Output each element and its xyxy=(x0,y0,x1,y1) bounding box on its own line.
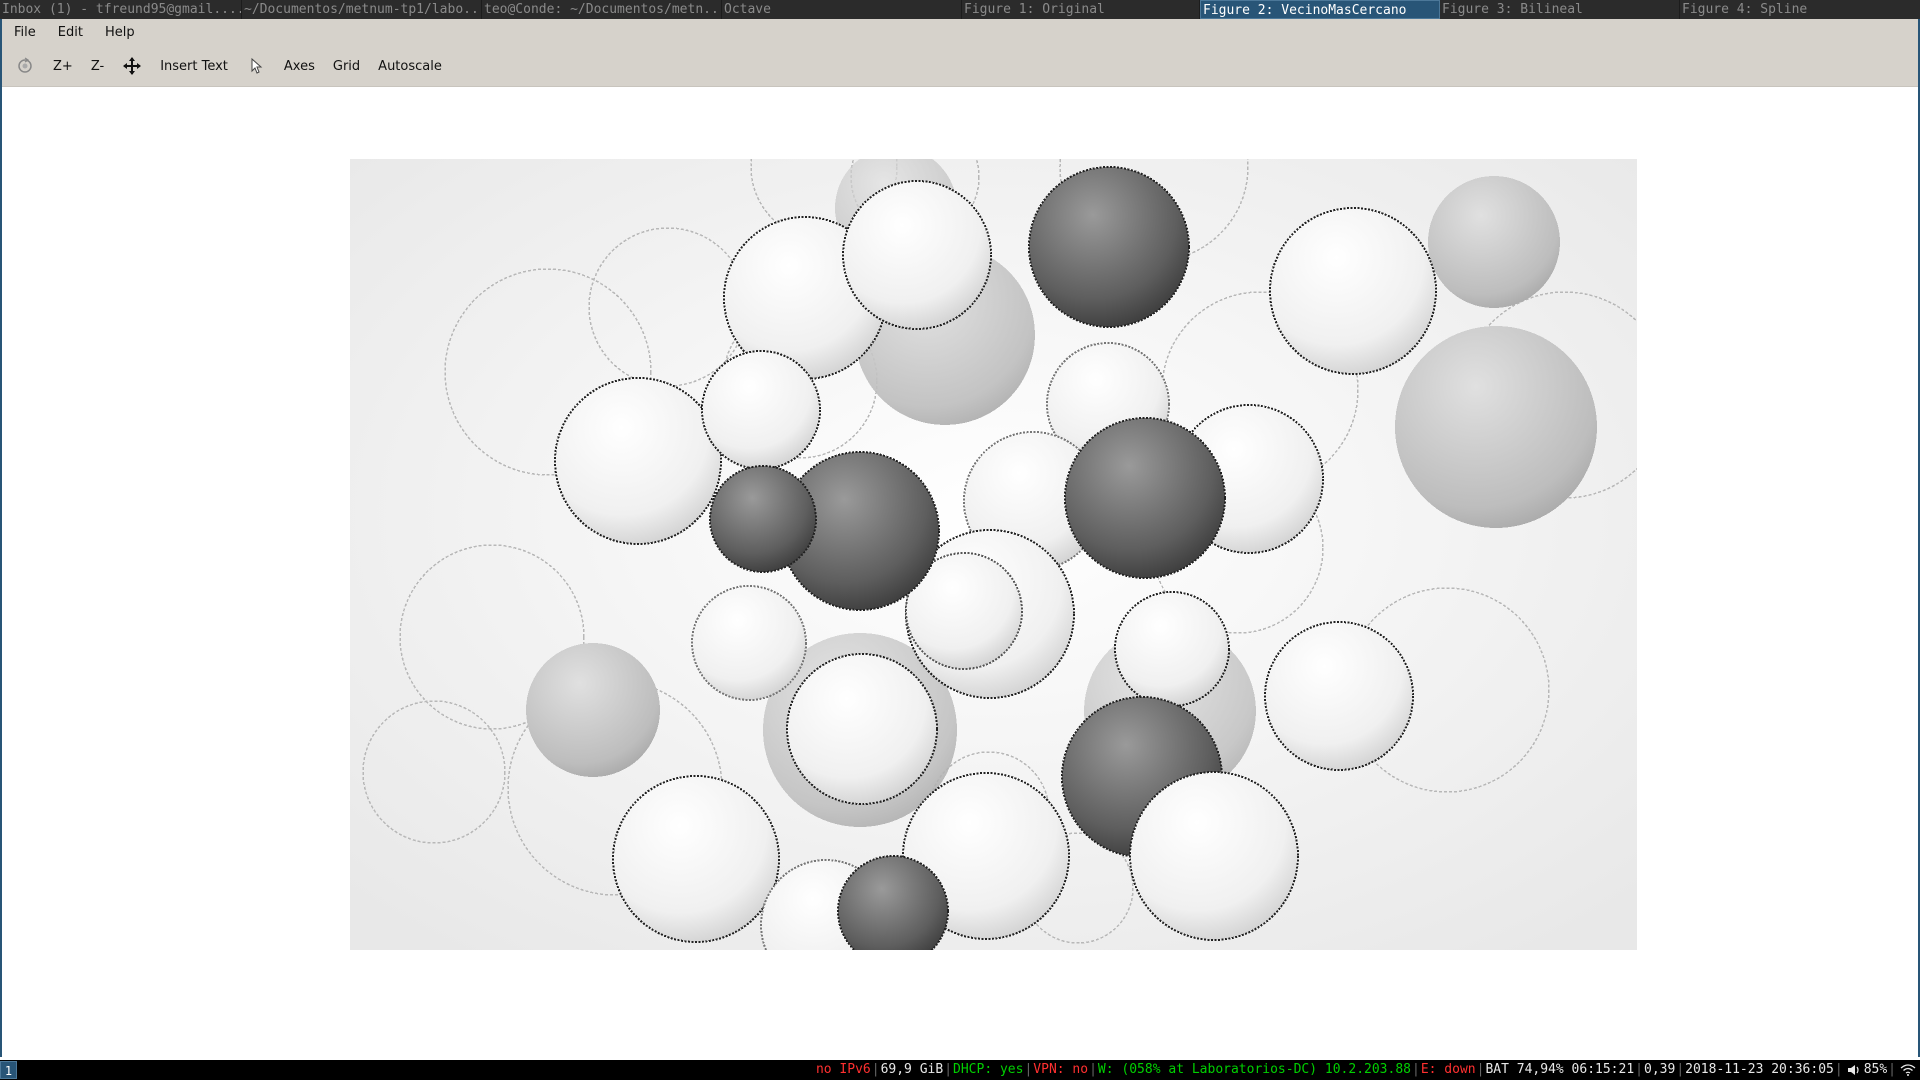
tab-figure-2[interactable]: Figure 2: VecinoMasCercano xyxy=(1200,0,1440,19)
menu-edit[interactable]: Edit xyxy=(46,25,93,40)
ethernet-status: E: down xyxy=(1420,1062,1476,1077)
tab-figure-3[interactable]: Figure 3: Bilineal xyxy=(1440,0,1680,19)
pan-button[interactable] xyxy=(115,53,149,79)
load-status: 0,39 xyxy=(1644,1062,1676,1077)
dhcp-status: DHCP: yes xyxy=(953,1062,1024,1077)
figure-image[interactable] xyxy=(350,159,1637,950)
rotate-icon xyxy=(18,57,32,73)
vpn-status: VPN: no xyxy=(1033,1062,1089,1077)
tab-inbox[interactable]: Inbox (1) - tfreund95@gmail.... xyxy=(0,0,242,19)
workspace-button[interactable]: 1 xyxy=(0,1061,17,1079)
menu-file[interactable]: File xyxy=(2,25,46,40)
select-button[interactable] xyxy=(239,53,273,79)
battery-status: BAT 74,94% 06:15:21 xyxy=(1485,1062,1635,1077)
status-bar: 1 no IPv6 | 69,9 GiB | DHCP: yes | VPN: … xyxy=(0,1060,1920,1080)
datetime-status: 2018-11-23 20:36:05 xyxy=(1685,1062,1834,1077)
zoom-in-button[interactable]: Z+ xyxy=(46,53,80,79)
ipv6-status: no IPv6 xyxy=(815,1062,871,1077)
tab-octave[interactable]: Octave xyxy=(722,0,962,19)
menu-bar: File Edit Help xyxy=(2,19,1918,46)
wifi-icon xyxy=(1900,1064,1916,1076)
menu-help[interactable]: Help xyxy=(93,25,145,40)
wifi-status: W: (058% at Laboratorios-DC) 10.2.203.88 xyxy=(1097,1062,1411,1077)
zoom-out-button[interactable]: Z- xyxy=(84,53,111,79)
tab-terminal[interactable]: teo@Conde: ~/Documentos/metn... xyxy=(482,0,722,19)
disk-status: 69,9 GiB xyxy=(880,1062,944,1077)
tab-figure-1[interactable]: Figure 1: Original xyxy=(962,0,1200,19)
volume-status: 85% xyxy=(1863,1062,1888,1077)
axes-button[interactable]: Axes xyxy=(277,53,322,79)
volume-icon xyxy=(1847,1065,1859,1075)
pan-arrows-icon xyxy=(123,57,142,75)
grid-button[interactable]: Grid xyxy=(326,53,367,79)
bubbles-image xyxy=(350,159,1637,950)
rotate-button[interactable] xyxy=(8,53,42,79)
figure-toolbar: Z+ Z- Insert Text Axes Grid Autoscale xyxy=(2,46,1918,87)
tab-documentos-labo[interactable]: ~/Documentos/metnum-tp1/labo... xyxy=(242,0,482,19)
window-tab-bar: Inbox (1) - tfreund95@gmail.... ~/Docume… xyxy=(0,0,1920,19)
autoscale-button[interactable]: Autoscale xyxy=(371,53,449,79)
insert-text-button[interactable]: Insert Text xyxy=(153,53,235,79)
tab-figure-4[interactable]: Figure 4: Spline xyxy=(1680,0,1920,19)
pointer-icon xyxy=(251,57,263,74)
